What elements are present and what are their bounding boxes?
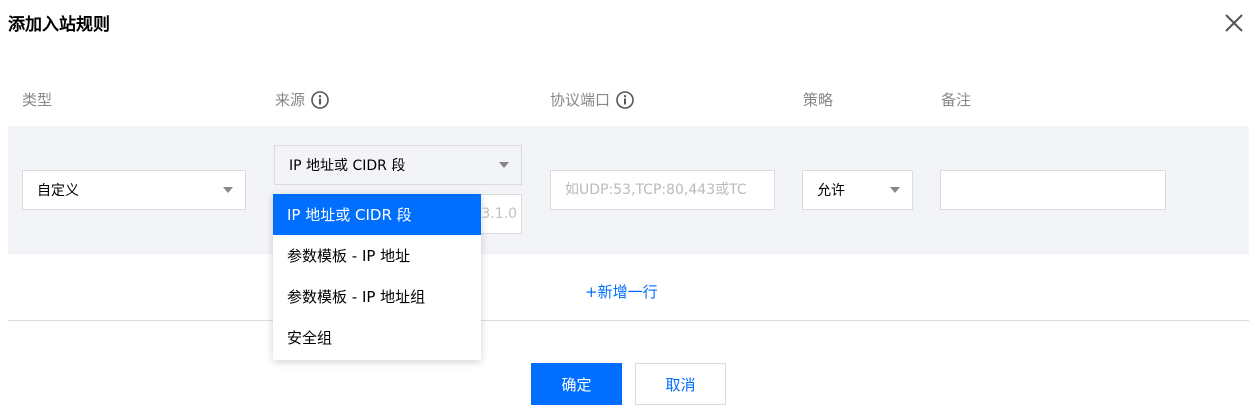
source-select[interactable]: IP 地址或 CIDR 段 <box>274 145 522 185</box>
header-source-label: 来源 <box>275 91 306 109</box>
header-policy: 策略 <box>803 89 833 110</box>
add-row-link[interactable]: +新增一行 <box>585 281 658 302</box>
dropdown-option-ip-cidr[interactable]: IP 地址或 CIDR 段 <box>273 194 481 235</box>
source-select-value: IP 地址或 CIDR 段 <box>289 158 406 174</box>
caret-down-icon <box>223 187 233 193</box>
dropdown-option-security-group[interactable]: 安全组 <box>273 317 481 358</box>
type-select-value: 自定义 <box>37 183 79 199</box>
cancel-button[interactable]: 取消 <box>635 363 726 405</box>
dropdown-option-param-ip[interactable]: 参数模板 - IP 地址 <box>273 235 481 276</box>
source-dropdown: IP 地址或 CIDR 段 参数模板 - IP 地址 参数模板 - IP 地址组… <box>273 194 481 360</box>
header-type-label: 类型 <box>22 91 53 109</box>
header-port-label: 协议端口 <box>550 91 611 109</box>
note-input[interactable] <box>940 170 1166 210</box>
caret-down-icon <box>890 187 900 193</box>
source-input-text: 3.1.0 <box>481 206 517 222</box>
type-select[interactable]: 自定义 <box>22 170 246 210</box>
info-icon[interactable] <box>311 90 329 109</box>
header-note-label: 备注 <box>941 91 972 109</box>
header-type: 类型 <box>22 89 52 110</box>
policy-select[interactable]: 允许 <box>802 170 913 210</box>
caret-down-icon <box>499 162 509 168</box>
close-icon[interactable] <box>1223 12 1245 34</box>
policy-select-value: 允许 <box>817 183 845 199</box>
port-input[interactable] <box>550 170 775 210</box>
header-note: 备注 <box>941 89 971 110</box>
dropdown-option-param-ip-group[interactable]: 参数模板 - IP 地址组 <box>273 276 481 317</box>
header-port: 协议端口 <box>550 89 634 110</box>
info-icon[interactable] <box>616 90 634 109</box>
confirm-button[interactable]: 确定 <box>531 363 622 405</box>
header-source: 来源 <box>275 89 329 110</box>
dialog-title: 添加入站规则 <box>8 15 110 35</box>
divider <box>8 320 1249 321</box>
header-policy-label: 策略 <box>803 91 834 109</box>
